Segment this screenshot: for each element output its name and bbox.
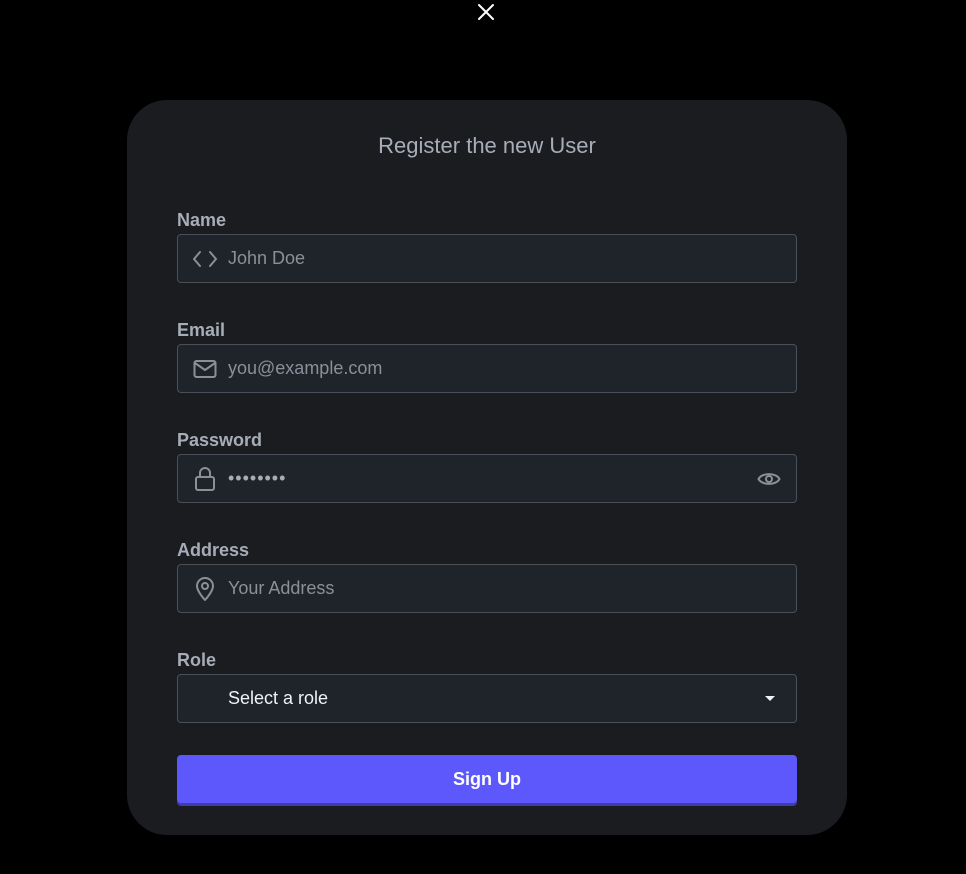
password-input-wrapper[interactable]: •••••••• [177,454,797,503]
email-input[interactable] [228,345,748,392]
name-input[interactable] [228,235,748,282]
chevron-down-icon [765,696,775,701]
email-field-group: Email [177,318,797,393]
name-input-wrapper [177,234,797,283]
address-input[interactable] [228,565,748,612]
name-field-group: Name [177,208,797,283]
code-icon [192,246,218,272]
password-input[interactable]: •••••••• [228,455,286,502]
lock-icon [192,466,218,492]
role-select-value: Select a role [228,688,329,708]
email-input-wrapper [177,344,797,393]
role-label: Role [177,650,217,670]
register-card: Register the new User Name Email [127,100,847,835]
address-input-wrapper [177,564,797,613]
eye-icon[interactable] [756,466,782,492]
close-icon [478,4,494,20]
password-label: Password [177,430,263,450]
mail-icon [192,356,218,382]
role-select[interactable]: Select a role [177,674,797,723]
password-field-group: Password •••••••• [177,428,797,503]
address-label: Address [177,540,250,560]
role-field-group: Role Select a role [177,648,797,723]
name-label: Name [177,210,227,230]
form-title: Register the new User [378,133,596,158]
map-pin-icon [192,576,218,602]
email-label: Email [177,320,226,340]
address-field-group: Address [177,538,797,613]
sign-up-button[interactable]: Sign Up [177,755,797,803]
close-button[interactable] [474,0,498,24]
